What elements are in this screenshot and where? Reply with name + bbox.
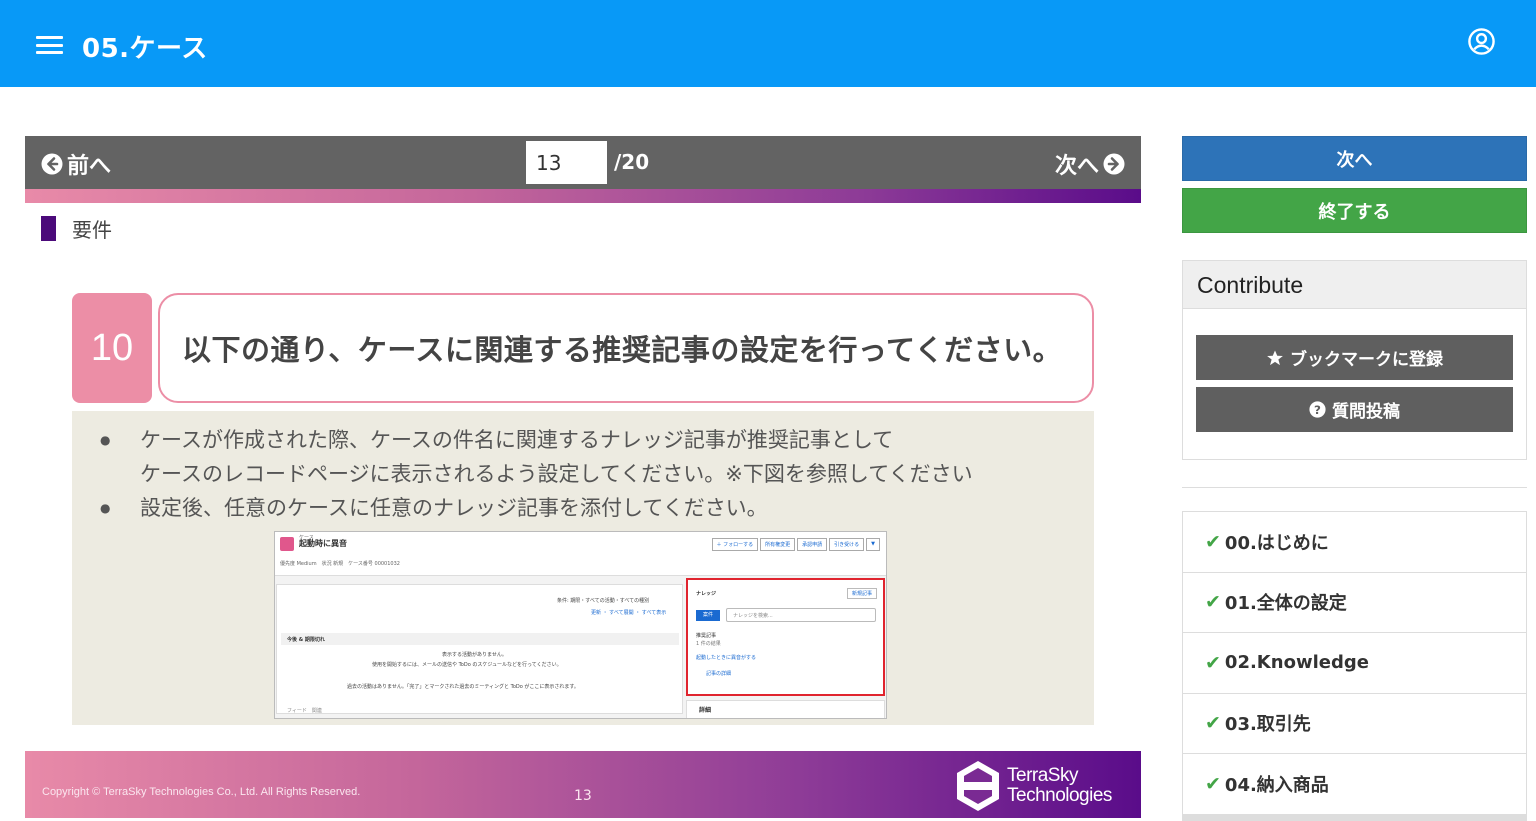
question-circle-icon: ? bbox=[1309, 401, 1326, 418]
logo-mark-icon bbox=[957, 761, 999, 811]
check-icon: ✔ bbox=[1205, 651, 1221, 674]
check-icon: ✔ bbox=[1205, 712, 1221, 735]
finish-button[interactable]: 終了する bbox=[1182, 188, 1527, 233]
shot-activity-panel: 条件: 期限・すべての活動・すべての種別 更新 ・ すべて展開 ・ すべて表示 … bbox=[276, 584, 683, 714]
slide-footer: Copyright © TerraSky Technologies Co., L… bbox=[25, 751, 1141, 818]
shot-details-panel: 詳細 bbox=[686, 700, 885, 718]
slide-content: 要件 10 以下の通り、ケースに関連する推奨記事の設定を行ってください。 ケース… bbox=[25, 203, 1141, 751]
arrow-right-circle-icon bbox=[1103, 153, 1125, 175]
toc-item[interactable]: ✔ 00.はじめに bbox=[1183, 512, 1526, 573]
toc-scroll-edge bbox=[1183, 814, 1526, 821]
task-number: 10 bbox=[72, 293, 152, 403]
bullet-item: 設定後、任意のケースに任意のナレッジ記事を添付してください。 bbox=[100, 493, 973, 527]
next-button[interactable]: 次へ bbox=[1182, 136, 1527, 181]
bullet-list: ケースが作成された際、ケースの件名に関連するナレッジ記事が推奨記事として ケース… bbox=[100, 425, 973, 527]
arrow-left-circle-icon bbox=[41, 153, 63, 175]
shot-knowledge-panel: ナレッジ 新規記事 案件 ナレッジを検索... 推奨記事 1 件の結果 起動した… bbox=[686, 578, 885, 696]
contribute-panel: Contribute ブックマークに登録 ? 質問投稿 bbox=[1182, 260, 1527, 460]
case-icon bbox=[280, 537, 294, 551]
shot-section-bar: 今後 & 期限切れ bbox=[281, 633, 679, 645]
slide-gradient-bar bbox=[25, 189, 1141, 203]
toc-item[interactable]: ✔ 02.Knowledge bbox=[1183, 633, 1526, 694]
app-header: 05.ケース bbox=[0, 0, 1536, 87]
question-label: 質問投稿 bbox=[1332, 402, 1400, 422]
copyright-text: Copyright © TerraSky Technologies Co., L… bbox=[42, 786, 361, 798]
bookmark-button[interactable]: ブックマークに登録 bbox=[1196, 335, 1513, 380]
shot-action-buttons: ＋ フォローする 所有権変更 承認申請 引き受ける ▼ bbox=[711, 538, 880, 551]
next-slide-label: 次へ bbox=[1054, 154, 1099, 179]
bullet-item: ケースが作成された際、ケースの件名に関連するナレッジ記事が推奨記事として bbox=[100, 425, 973, 459]
prev-slide-button[interactable]: 前へ bbox=[41, 148, 111, 180]
bookmark-label: ブックマークに登録 bbox=[1290, 350, 1443, 370]
toc-item[interactable]: ✔ 01.全体の設定 bbox=[1183, 573, 1526, 633]
shot-record-header: ケース 起動時に異音 ＋ フォローする 所有権変更 承認申請 引き受ける ▼ 優… bbox=[275, 532, 886, 576]
bullet-item-continuation: ケースのレコードページに表示されるよう設定してください。※下図を参照してください bbox=[140, 462, 973, 486]
check-icon: ✔ bbox=[1205, 591, 1221, 614]
svg-text:?: ? bbox=[1314, 403, 1321, 417]
prev-slide-label: 前へ bbox=[67, 154, 112, 179]
sidebar-divider bbox=[1182, 487, 1527, 488]
terrasky-logo: TerraSky Technologies bbox=[956, 760, 1126, 812]
table-of-contents: ✔ 00.はじめに ✔ 01.全体の設定 ✔ 02.Knowledge ✔ 03.取引先… bbox=[1182, 511, 1527, 821]
section-marker bbox=[41, 216, 56, 241]
footer-page-number: 13 bbox=[574, 788, 592, 804]
logo-text: TerraSky Technologies bbox=[1007, 765, 1112, 806]
slide-navigation: 前へ /20 次へ bbox=[25, 136, 1141, 189]
shot-meta: 優先度 Medium 状況 新規 ケース番号 00001032 bbox=[280, 561, 400, 567]
toc-item[interactable]: ✔ 04.納入商品 bbox=[1183, 754, 1526, 815]
shot-record-title: 起動時に異音 bbox=[299, 539, 347, 548]
contribute-title: Contribute bbox=[1183, 261, 1526, 309]
page-number-input[interactable] bbox=[526, 141, 607, 184]
star-icon bbox=[1267, 350, 1283, 365]
menu-icon[interactable] bbox=[36, 36, 63, 54]
page-title: 05.ケース bbox=[82, 34, 208, 64]
toc-item[interactable]: ✔ 03.取引先 bbox=[1183, 694, 1526, 754]
check-icon: ✔ bbox=[1205, 772, 1221, 795]
example-screenshot: ケース 起動時に異音 ＋ フォローする 所有権変更 承認申請 引き受ける ▼ 優… bbox=[274, 531, 887, 719]
next-slide-button[interactable]: 次へ bbox=[1055, 148, 1125, 180]
check-icon: ✔ bbox=[1205, 530, 1221, 553]
page-total: /20 bbox=[614, 150, 650, 174]
task-description: 以下の通り、ケースに関連する推奨記事の設定を行ってください。 bbox=[158, 293, 1094, 403]
section-label: 要件 bbox=[72, 218, 112, 242]
task-details-panel: ケースが作成された際、ケースの件名に関連するナレッジ記事が推奨記事として ケース… bbox=[72, 411, 1094, 725]
question-button[interactable]: ? 質問投稿 bbox=[1196, 387, 1513, 432]
user-circle-icon[interactable] bbox=[1467, 27, 1496, 56]
